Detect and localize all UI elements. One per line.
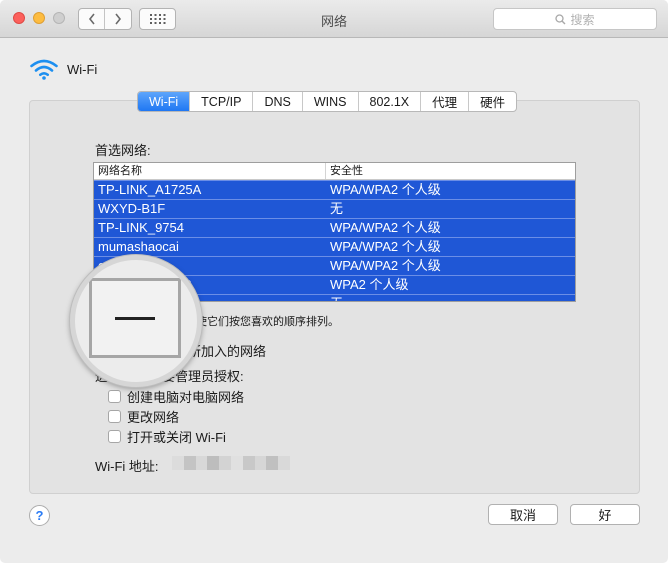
column-header-security[interactable]: 安全性 <box>326 163 363 179</box>
search-icon <box>555 13 566 24</box>
create-computer-network-option[interactable]: 创建电脑对电脑网络 <box>108 387 244 406</box>
tab-dns[interactable]: DNS <box>253 92 303 111</box>
search-placeholder: 搜索 <box>570 12 595 27</box>
change-networks-checkbox[interactable] <box>108 410 121 423</box>
table-row[interactable]: WXYD-B1F 无 <box>94 199 575 218</box>
network-window: 网络 搜索 Wi-Fi Wi-Fi TCP/IP DNS WINS 802.1X… <box>0 0 668 563</box>
checkbox-label: 打开或关闭 Wi-Fi <box>127 430 226 445</box>
create-computer-network-checkbox[interactable] <box>108 390 121 403</box>
remove-network-button-magnified[interactable] <box>89 278 181 358</box>
tab-wifi[interactable]: Wi-Fi <box>138 92 191 111</box>
network-name: mumashaocai <box>98 239 179 254</box>
checkbox-label: 创建电脑对电脑网络 <box>127 390 245 405</box>
network-security: 无 <box>330 201 344 216</box>
column-header-name[interactable]: 网络名称 <box>94 163 326 179</box>
minus-icon <box>115 316 155 320</box>
tab-bar: Wi-Fi TCP/IP DNS WINS 802.1X 代理 硬件 <box>137 91 518 112</box>
tab-hardware[interactable]: 硬件 <box>469 92 516 111</box>
network-security: WPA/WPA2 个人级 <box>330 258 441 273</box>
tab-wins[interactable]: WINS <box>303 92 359 111</box>
network-security: WPA/WPA2 个人级 <box>330 182 441 197</box>
wifi-address-label: Wi-Fi 地址: <box>95 459 159 474</box>
service-header: Wi-Fi <box>29 58 97 80</box>
checkbox-label: 更改网络 <box>127 410 180 425</box>
toggle-wifi-option[interactable]: 打开或关闭 Wi-Fi <box>108 427 226 446</box>
table-row[interactable]: TP-LINK_A1725A WPA/WPA2 个人级 <box>94 180 575 199</box>
service-name: Wi-Fi <box>67 61 98 77</box>
preferred-networks-label: 首选网络: <box>95 143 151 158</box>
ok-button[interactable]: 好 <box>570 504 640 525</box>
toggle-wifi-checkbox[interactable] <box>108 430 121 443</box>
change-networks-option[interactable]: 更改网络 <box>108 407 179 426</box>
wifi-icon <box>30 59 58 80</box>
remember-networks-label: 所加入的网络 <box>188 344 267 359</box>
network-security: WPA/WPA2 个人级 <box>330 220 441 235</box>
help-button[interactable]: ? <box>29 505 50 526</box>
tab-tcpip[interactable]: TCP/IP <box>190 92 254 111</box>
table-row[interactable]: TP-LINK_9754 WPA/WPA2 个人级 <box>94 218 575 237</box>
network-security: WPA/WPA2 个人级 <box>330 239 441 254</box>
network-name: WXYD-B1F <box>98 201 166 216</box>
reorder-hint: 使它们按您喜欢的顺序排列。 <box>196 316 339 328</box>
network-security: 无 <box>326 295 343 301</box>
title-bar: 网络 搜索 <box>0 0 668 38</box>
network-security: WPA2 个人级 <box>330 277 409 292</box>
table-row[interactable]: mumashaocai WPA/WPA2 个人级 <box>94 237 575 256</box>
wifi-address-redacted <box>172 456 290 470</box>
network-name: TP-LINK_A1725A <box>98 182 202 197</box>
tab-8021x[interactable]: 802.1X <box>359 92 422 111</box>
table-header: 网络名称 安全性 <box>94 163 575 180</box>
cancel-button[interactable]: 取消 <box>488 504 558 525</box>
search-field[interactable]: 搜索 <box>493 8 657 30</box>
magnifier-overlay <box>70 255 202 387</box>
tab-proxy[interactable]: 代理 <box>421 92 470 111</box>
network-name: TP-LINK_9754 <box>98 220 184 235</box>
